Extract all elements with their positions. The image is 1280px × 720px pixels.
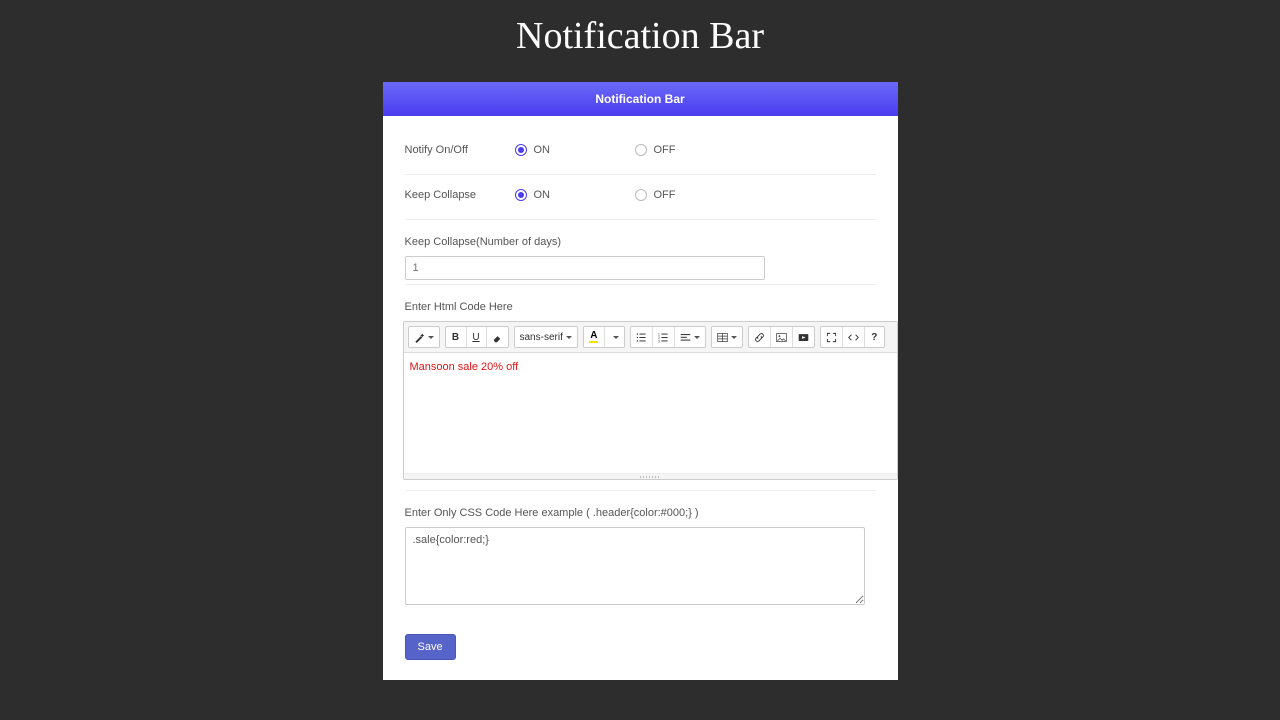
bold-button[interactable]: B [446, 327, 466, 347]
html-editor-label: Enter Html Code Here [405, 301, 876, 313]
eraser-icon [492, 332, 503, 343]
radio-on-icon[interactable] [515, 144, 527, 156]
notify-row: Notify On/Off ON OFF [405, 130, 876, 175]
notify-on-label: ON [534, 144, 551, 156]
font-color-button[interactable]: A [584, 327, 604, 347]
style-dropdown-button[interactable] [409, 327, 439, 347]
code-icon [848, 332, 859, 343]
rich-text-editor: B U sans-serif A [403, 321, 898, 480]
collapse-days-section: Keep Collapse(Number of days) [405, 220, 876, 285]
collapse-off-option[interactable]: OFF [635, 189, 755, 201]
image-icon [776, 332, 787, 343]
notify-on-option[interactable]: ON [515, 144, 635, 156]
html-editor-section: Enter Html Code Here B U [405, 285, 876, 491]
css-section: Enter Only CSS Code Here example ( .head… [405, 491, 876, 612]
paragraph-dropdown[interactable] [674, 327, 705, 347]
panel-header: Notification Bar [383, 82, 898, 116]
list-ol-icon: 123 [658, 332, 669, 343]
font-color-dropdown[interactable] [604, 327, 624, 347]
font-family-dropdown[interactable]: sans-serif [515, 327, 577, 347]
notify-off-option[interactable]: OFF [635, 144, 755, 156]
editor-toolbar: B U sans-serif A [404, 322, 897, 353]
radio-off-icon[interactable] [635, 144, 647, 156]
code-view-button[interactable] [842, 327, 864, 347]
underline-button[interactable]: U [466, 327, 486, 347]
editor-resize-handle[interactable] [404, 473, 897, 479]
radio-off-icon[interactable] [635, 189, 647, 201]
picture-button[interactable] [770, 327, 792, 347]
svg-text:3: 3 [658, 339, 660, 343]
css-label: Enter Only CSS Code Here example ( .head… [405, 507, 876, 519]
link-button[interactable] [749, 327, 770, 347]
keep-collapse-row: Keep Collapse ON OFF [405, 175, 876, 220]
chevron-down-icon [566, 336, 572, 339]
collapse-on-label: ON [534, 189, 551, 201]
keep-collapse-label: Keep Collapse [405, 189, 515, 201]
collapse-days-label: Keep Collapse(Number of days) [405, 236, 876, 248]
magic-icon [414, 332, 425, 343]
chevron-down-icon [428, 336, 434, 339]
fullscreen-icon [826, 332, 837, 343]
unordered-list-button[interactable] [631, 327, 652, 347]
notify-label: Notify On/Off [405, 144, 515, 156]
chevron-down-icon [694, 336, 700, 339]
fullscreen-button[interactable] [821, 327, 842, 347]
clear-format-button[interactable] [486, 327, 508, 347]
table-icon [717, 332, 728, 343]
chevron-down-icon [731, 336, 737, 339]
page-title: Notification Bar [0, 0, 1280, 64]
link-icon [754, 332, 765, 343]
list-ul-icon [636, 332, 647, 343]
video-button[interactable] [792, 327, 814, 347]
collapse-days-input[interactable] [405, 256, 765, 280]
notify-off-label: OFF [654, 144, 676, 156]
collapse-off-label: OFF [654, 189, 676, 201]
font-family-label: sans-serif [520, 332, 563, 343]
ordered-list-button[interactable]: 123 [652, 327, 674, 347]
editor-content-area[interactable]: Mansoon sale 20% off [404, 353, 897, 473]
video-icon [798, 332, 809, 343]
editor-text: Mansoon sale 20% off [410, 361, 519, 373]
table-dropdown[interactable] [712, 327, 742, 347]
align-icon [680, 332, 691, 343]
css-textarea[interactable] [405, 527, 865, 605]
settings-panel: Notification Bar Notify On/Off ON OFF Ke… [383, 82, 898, 680]
chevron-down-icon [613, 336, 619, 339]
radio-on-icon[interactable] [515, 189, 527, 201]
collapse-on-option[interactable]: ON [515, 189, 635, 201]
panel-body: Notify On/Off ON OFF Keep Collapse ON OF… [383, 116, 898, 680]
help-button[interactable]: ? [864, 327, 884, 347]
save-button[interactable]: Save [405, 634, 456, 660]
